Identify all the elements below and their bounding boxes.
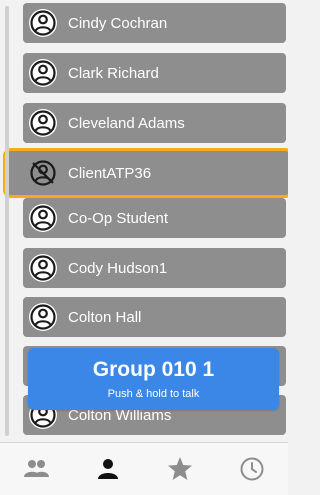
- user-circle-icon: [29, 109, 57, 137]
- contact-row[interactable]: Cindy Cochran: [23, 3, 286, 43]
- scrollbar[interactable]: [4, 0, 10, 442]
- group-name: Group 010 1: [92, 358, 215, 381]
- user-circle-icon: [29, 59, 57, 87]
- contact-row-selected[interactable]: ClientATP36: [3, 148, 288, 198]
- clock-icon: [240, 457, 264, 481]
- user-offline-icon: [30, 160, 56, 186]
- contact-row[interactable]: Cleveland Adams: [23, 103, 286, 143]
- contact-name: Co-Op Student: [68, 209, 169, 227]
- contact-row[interactable]: Co-Op Student: [23, 198, 286, 238]
- contact-name: ClientATP36: [68, 164, 152, 182]
- tab-favorites[interactable]: [160, 449, 200, 489]
- contact-row[interactable]: Cody Hudson1: [23, 248, 286, 288]
- contact-name: Cody Hudson1: [68, 259, 168, 277]
- contact-name: Clark Richard: [68, 64, 159, 82]
- contact-name: Cleveland Adams: [68, 114, 185, 132]
- contact-row[interactable]: Clark Richard: [23, 53, 286, 93]
- contact-name: Cindy Cochran: [68, 14, 168, 32]
- user-circle-icon: [29, 9, 57, 37]
- user-circle-icon: [29, 254, 57, 282]
- push-to-talk-hint: Push & hold to talk: [107, 388, 200, 400]
- tab-recents[interactable]: [232, 449, 272, 489]
- tab-contacts[interactable]: [88, 449, 128, 489]
- push-to-talk-button[interactable]: Group 010 1 Push & hold to talk: [28, 348, 279, 410]
- user-circle-icon: [29, 303, 57, 331]
- contact-row[interactable]: Colton Hall: [23, 297, 286, 337]
- groups-icon: [24, 460, 49, 477]
- tab-bar: [0, 442, 288, 495]
- tab-groups[interactable]: [16, 449, 56, 489]
- star-icon: [168, 457, 192, 480]
- contact-icon: [98, 459, 118, 479]
- user-circle-icon: [29, 204, 57, 232]
- contact-name: Colton Hall: [68, 308, 142, 326]
